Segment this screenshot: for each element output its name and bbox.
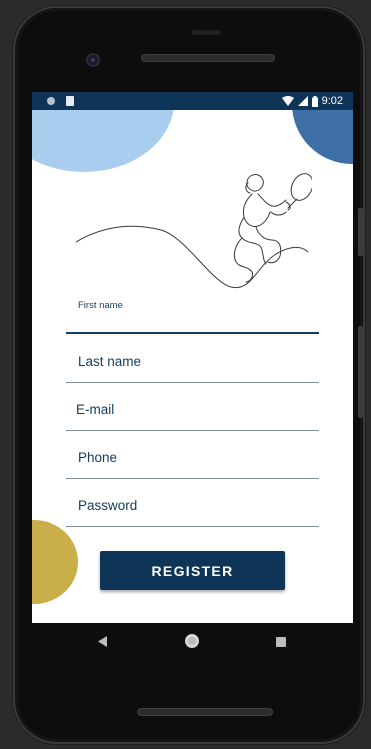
last-name-field[interactable]: Last name bbox=[66, 350, 319, 384]
password-field[interactable]: Password bbox=[66, 494, 319, 528]
phone-field[interactable]: Phone bbox=[66, 446, 319, 480]
phone-underline bbox=[66, 478, 319, 479]
signal-icon bbox=[297, 96, 308, 106]
wifi-icon bbox=[281, 95, 294, 106]
battery-icon bbox=[311, 95, 318, 107]
last-name-label: Last name bbox=[78, 354, 142, 369]
status-time: 9:02 bbox=[321, 95, 343, 107]
tennis-player-illustration bbox=[76, 173, 312, 289]
app-screen: 9:02 First name Last name E-mail Phone P… bbox=[32, 92, 353, 623]
notification-dot-icon bbox=[47, 97, 55, 105]
home-icon[interactable] bbox=[185, 634, 199, 648]
status-bar: 9:02 bbox=[32, 92, 353, 110]
top-slot bbox=[191, 30, 221, 35]
bottom-speaker bbox=[137, 708, 273, 716]
email-field[interactable]: E-mail bbox=[66, 398, 319, 432]
first-name-underline bbox=[66, 332, 319, 334]
phone-label: Phone bbox=[78, 450, 118, 465]
last-name-underline bbox=[66, 382, 319, 383]
decorative-blob-bottom-left bbox=[32, 520, 78, 604]
password-label: Password bbox=[78, 498, 138, 513]
email-underline bbox=[66, 430, 319, 431]
email-label: E-mail bbox=[76, 402, 115, 417]
first-name-field[interactable]: First name bbox=[66, 298, 319, 334]
back-icon[interactable] bbox=[98, 636, 108, 647]
sd-card-icon bbox=[66, 96, 74, 106]
recents-icon[interactable] bbox=[276, 637, 286, 647]
power-button bbox=[358, 208, 363, 256]
front-camera-icon bbox=[86, 53, 100, 67]
earpiece-speaker bbox=[141, 54, 275, 62]
password-underline bbox=[66, 526, 319, 527]
first-name-label: First name bbox=[78, 300, 123, 311]
volume-button bbox=[358, 326, 363, 418]
register-button[interactable]: REGISTER bbox=[100, 551, 285, 590]
